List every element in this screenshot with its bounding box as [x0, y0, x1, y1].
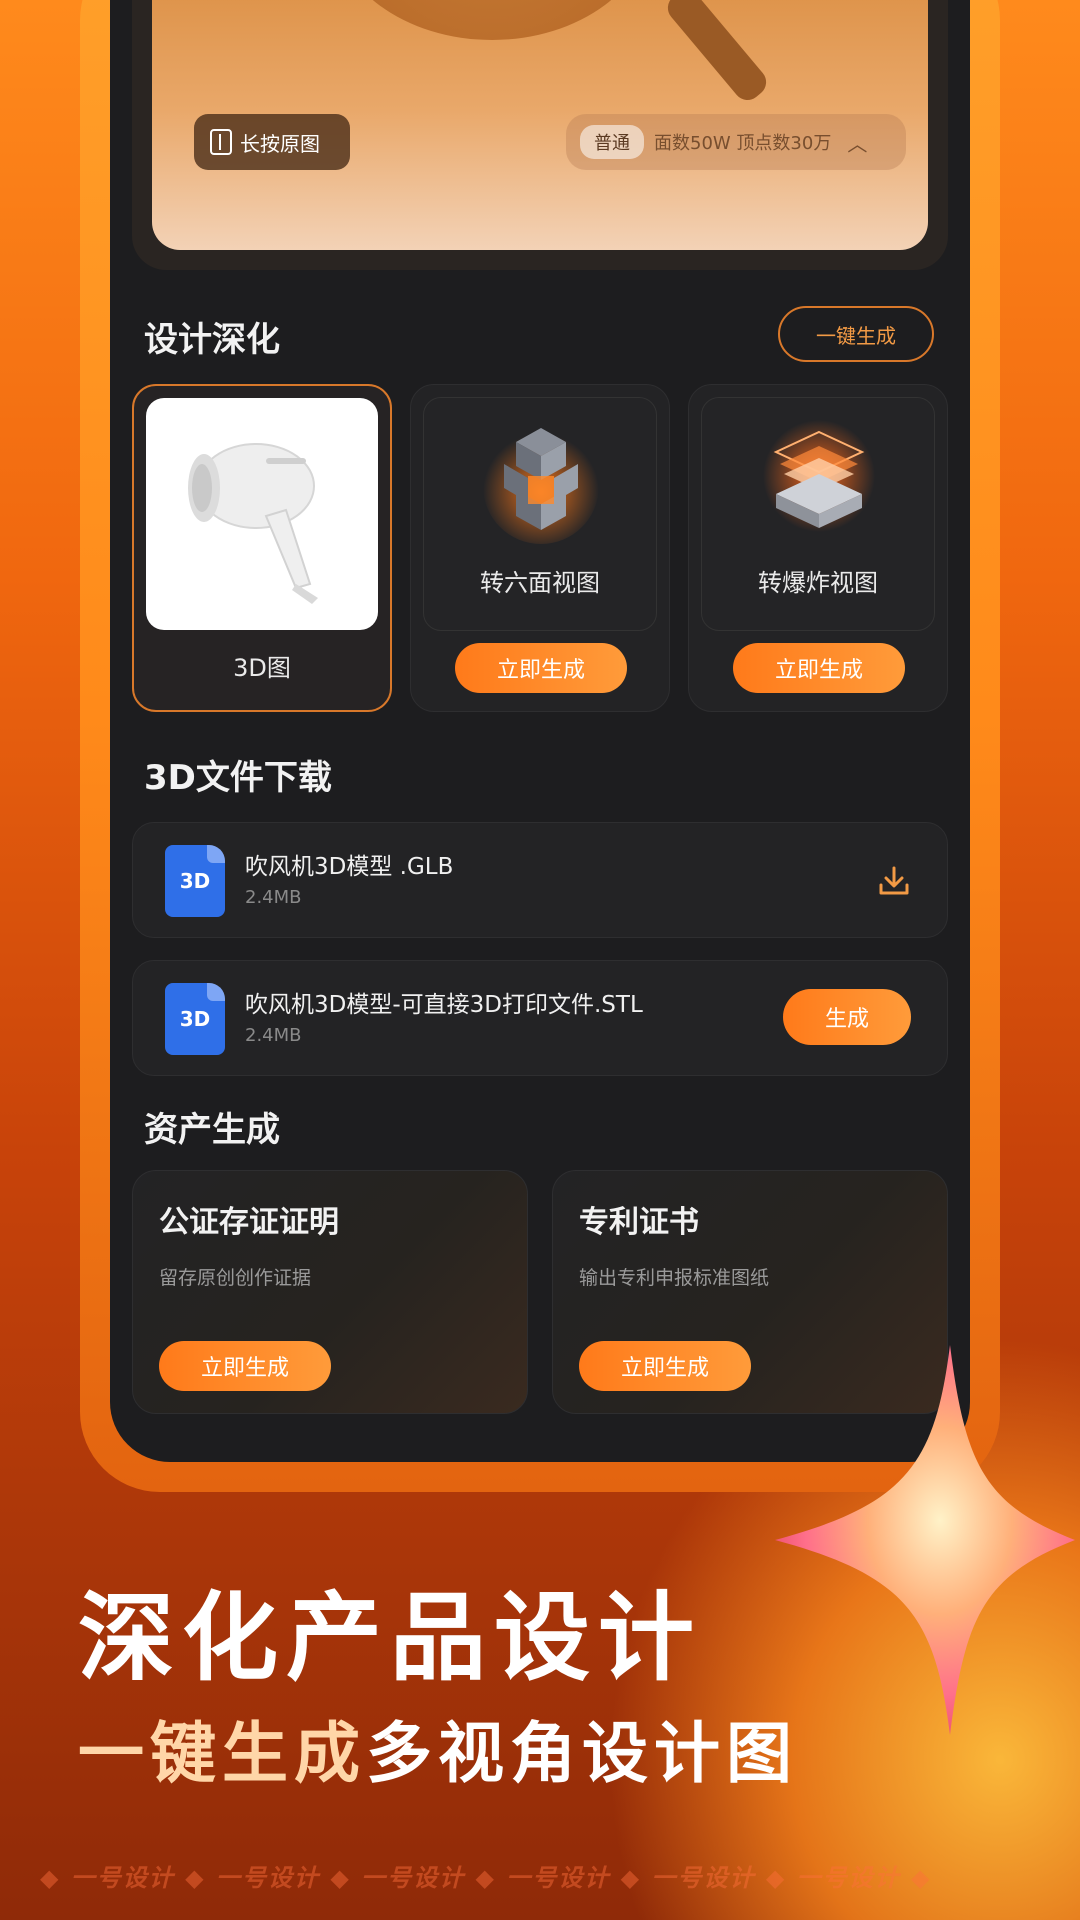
design-card-caption: 转爆炸视图: [758, 569, 878, 597]
files-section-title: 3D文件下载: [144, 758, 332, 798]
generate-stl-button[interactable]: 生成: [783, 989, 911, 1045]
hair-dryer-render: [332, 0, 652, 40]
sparkle-star-icon: [775, 1345, 1075, 1735]
promo-headline: 深化产品设计: [78, 1582, 702, 1694]
file-size: 2.4MB: [245, 887, 302, 908]
quality-selector[interactable]: 普通 面数50W 顶点数30万 ︿: [566, 114, 906, 170]
model-preview-card: 长按原图 普通 面数50W 顶点数30万 ︿: [132, 0, 948, 270]
quality-tag: 普通: [580, 125, 644, 159]
file-name: 吹风机3D模型 .GLB: [245, 854, 454, 880]
design-card-six-view[interactable]: 转六面视图 立即生成: [410, 384, 670, 712]
generate-exploded-view-button[interactable]: 立即生成: [733, 643, 905, 693]
3d-file-icon: 3D: [165, 983, 225, 1055]
hair-dryer-handle: [662, 0, 772, 106]
generate-notary-button[interactable]: 立即生成: [159, 1341, 331, 1391]
assets-section-title: 资产生成: [144, 1110, 280, 1150]
3d-file-icon: 3D: [165, 845, 225, 917]
phone-screen: 长按原图 普通 面数50W 顶点数30万 ︿ 设计深化 一键生成 3D图 转六面…: [110, 0, 970, 1462]
design-section-title: 设计深化: [144, 320, 280, 360]
brand-footer-marquee: ◆ 一号设计 ◆ 一号设计 ◆ 一号设计 ◆ 一号设计 ◆ 一号设计 ◆ 一号设…: [40, 1864, 932, 1892]
generate-patent-button[interactable]: 立即生成: [579, 1341, 751, 1391]
design-card-3d[interactable]: 3D图: [132, 384, 392, 712]
design-card-caption: 3D图: [233, 654, 291, 682]
promo-subline-highlight: 一键生成: [78, 1715, 366, 1792]
download-icon[interactable]: [877, 865, 911, 897]
file-row-glb[interactable]: 3D 吹风机3D模型 .GLB 2.4MB: [132, 822, 948, 938]
hair-dryer-image: [146, 398, 378, 630]
file-size: 2.4MB: [245, 1025, 302, 1046]
press-original-label: 长按原图: [240, 131, 320, 156]
model-preview-image[interactable]: 长按原图 普通 面数50W 顶点数30万 ︿: [152, 0, 928, 250]
onekey-generate-button[interactable]: 一键生成: [778, 306, 934, 362]
promo-subline: 一键生成多视角设计图: [78, 1700, 798, 1796]
file-name: 吹风机3D模型-可直接3D打印文件.STL: [245, 992, 643, 1018]
press-original-button[interactable]: 长按原图: [194, 114, 350, 170]
chevron-up-icon: ︿: [847, 131, 868, 156]
six-view-cube-icon: [483, 428, 599, 544]
quality-info: 面数50W 顶点数30万: [654, 133, 832, 154]
asset-card-title: 公证存证证明: [159, 1205, 339, 1240]
asset-card-desc: 输出专利申报标准图纸: [579, 1267, 770, 1289]
asset-card-title: 专利证书: [579, 1205, 699, 1240]
design-card-exploded-view[interactable]: 转爆炸视图 立即生成: [688, 384, 948, 712]
file-row-stl[interactable]: 3D 吹风机3D模型-可直接3D打印文件.STL 2.4MB 生成: [132, 960, 948, 1076]
exploded-layers-icon: [763, 420, 875, 532]
design-card-caption: 转六面视图: [480, 569, 600, 597]
generate-six-view-button[interactable]: 立即生成: [455, 643, 627, 693]
compare-icon: [210, 129, 232, 155]
asset-card-desc: 留存原创创作证据: [159, 1267, 312, 1289]
promo-subline-rest: 多视角设计图: [366, 1715, 798, 1792]
asset-card-notary[interactable]: 公证存证证明 留存原创创作证据 立即生成: [132, 1170, 528, 1414]
